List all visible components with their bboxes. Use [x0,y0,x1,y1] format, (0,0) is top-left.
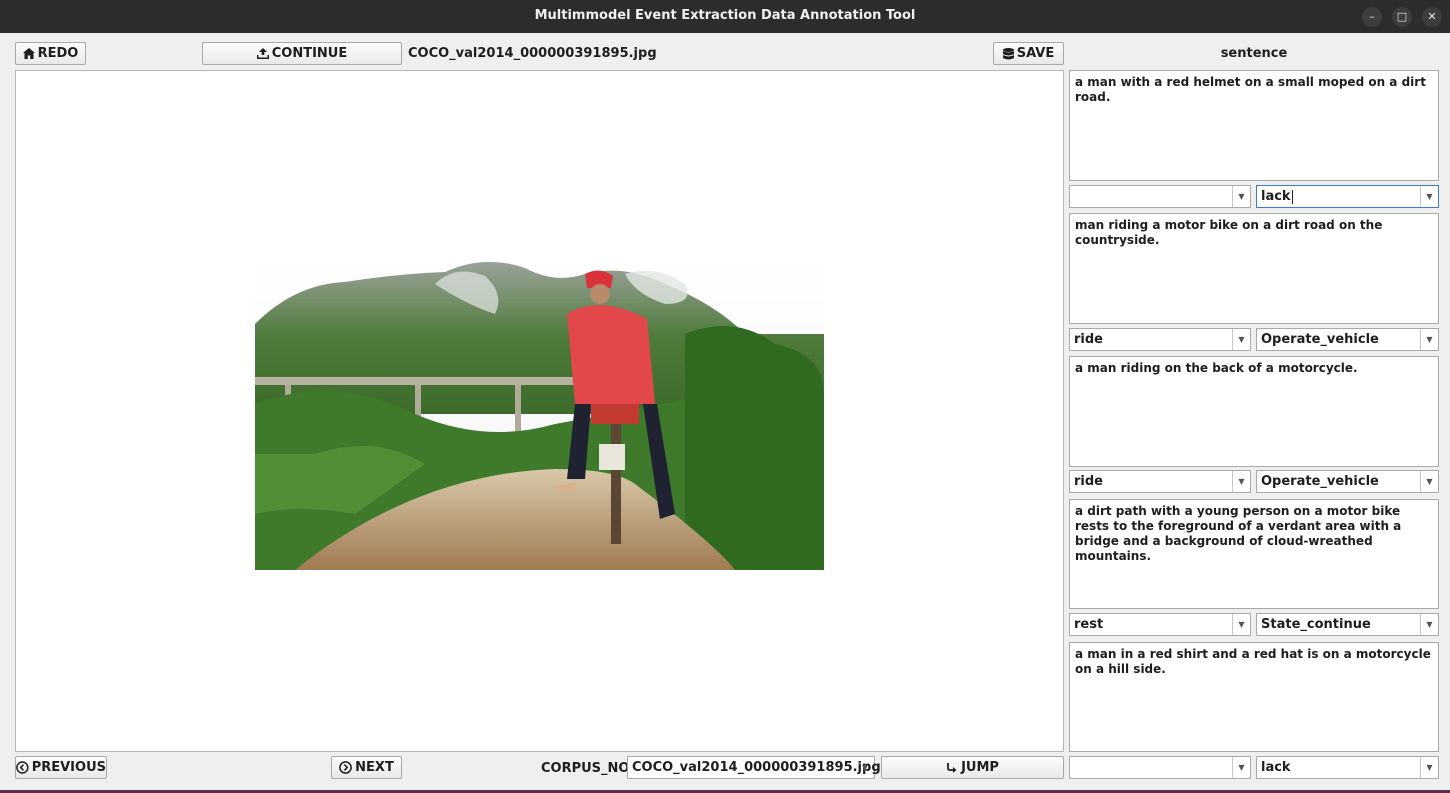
corpus-select[interactable]: COCO_val2014_000000391895.jpg ▼ [627,756,881,779]
trigger-value-4: rest [1074,617,1104,632]
event-type-select-5[interactable]: lack ▼ [1256,756,1439,779]
chevron-left-circle-icon [16,761,29,774]
maximize-button[interactable]: □ [1392,7,1412,27]
event-type-value-2: Operate_vehicle [1261,332,1379,347]
chevron-down-icon[interactable]: ▼ [1232,471,1250,492]
continue-button[interactable]: CONTINUE [202,42,402,65]
event-type-select-1[interactable]: lack ▼ [1256,185,1439,208]
continue-label: CONTINUE [271,46,348,61]
sentence-header: sentence [1220,46,1288,61]
caption-box-1[interactable]: a man with a red helmet on a small moped… [1069,70,1439,181]
chevron-down-icon[interactable]: ▼ [1420,614,1438,635]
event-type-value-3: Operate_vehicle [1261,474,1379,489]
trigger-select-3[interactable]: ride ▼ [1069,470,1251,493]
app-window: REDO CONTINUE COCO_val2014_000000391895.… [0,33,1450,790]
text-cursor [1291,189,1293,204]
jump-label: JUMP [961,760,999,775]
trigger-value-2: ride [1074,332,1103,347]
trigger-select-5[interactable]: ▼ [1069,756,1251,779]
previous-button[interactable]: PREVIOUS [15,756,107,779]
redo-button[interactable]: REDO [15,42,86,65]
window-title: Multimmodel Event Extraction Data Annota… [534,8,916,23]
upload-icon [256,48,269,59]
corpus-value: COCO_val2014_000000391895.jpg [632,760,881,775]
chevron-down-icon[interactable]: ▼ [1420,757,1438,778]
image-panel [15,70,1064,752]
trigger-select-4[interactable]: rest ▼ [1069,613,1251,636]
minimize-button[interactable]: – [1362,7,1382,27]
chevron-down-icon[interactable]: ▼ [1420,329,1438,350]
event-type-value-1: lack [1261,189,1291,204]
caption-box-3[interactable]: a man riding on the back of a motorcycle… [1069,356,1439,467]
window-titlebar: Multimmodel Event Extraction Data Annota… [0,0,1450,33]
previous-label: PREVIOUS [31,760,106,775]
event-type-select-4[interactable]: State_continue ▼ [1256,613,1439,636]
event-type-select-2[interactable]: Operate_vehicle ▼ [1256,328,1439,351]
home-icon [22,48,35,59]
jump-button[interactable]: JUMP [881,756,1064,779]
chevron-down-icon[interactable]: ▼ [1232,329,1250,350]
trigger-value-3: ride [1074,474,1103,489]
caption-box-4[interactable]: a dirt path with a young person on a mot… [1069,499,1439,609]
chevron-down-icon[interactable]: ▼ [1420,186,1438,207]
caption-box-5[interactable]: a man in a red shirt and a red hat is on… [1069,642,1439,752]
save-label: SAVE [1016,46,1055,61]
current-filename: COCO_val2014_000000391895.jpg [408,46,657,61]
caption-box-2[interactable]: man riding a motor bike on a dirt road o… [1069,213,1439,324]
event-type-value-5: lack [1261,760,1291,775]
save-button[interactable]: SAVE [993,42,1064,65]
trigger-select-1[interactable]: ▼ [1069,185,1251,208]
next-button[interactable]: NEXT [331,756,402,779]
chevron-down-icon[interactable]: ▼ [1232,186,1250,207]
chevron-right-circle-icon [339,761,353,774]
chevron-down-icon[interactable]: ▼ [1232,757,1250,778]
jump-arrow-icon [947,762,957,773]
chevron-down-icon[interactable]: ▼ [856,757,874,778]
next-label: NEXT [355,760,394,775]
close-button[interactable]: ✕ [1422,7,1442,27]
event-type-select-3[interactable]: Operate_vehicle ▼ [1256,470,1439,493]
chevron-down-icon[interactable]: ▼ [1420,471,1438,492]
chevron-down-icon[interactable]: ▼ [1232,614,1250,635]
trigger-select-2[interactable]: ride ▼ [1069,328,1251,351]
database-icon [1002,47,1014,59]
redo-label: REDO [37,46,79,61]
event-type-value-4: State_continue [1261,617,1371,632]
annotated-photo [255,254,824,570]
corpus-no-label: CORPUS_NO [541,761,630,776]
